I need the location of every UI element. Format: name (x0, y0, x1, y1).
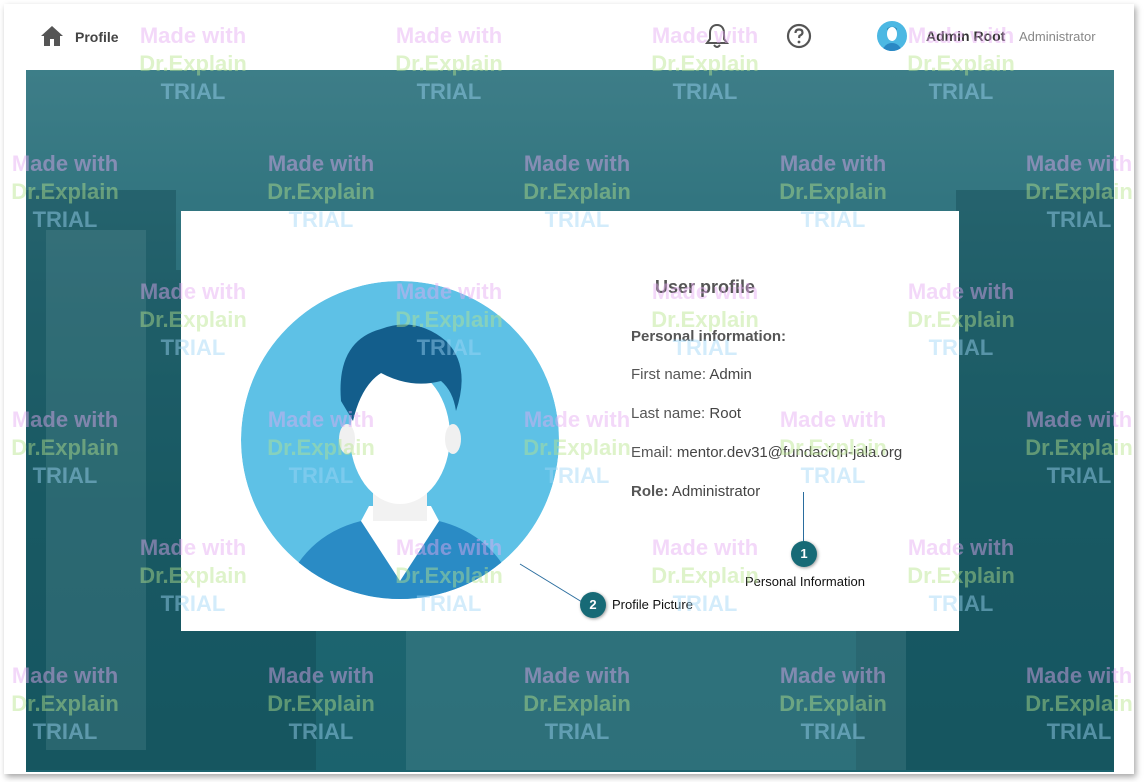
callout-badge-1: 1 (791, 541, 817, 567)
role-label: Role: (631, 483, 669, 500)
help-icon[interactable] (786, 23, 812, 49)
callout-line-1 (803, 492, 804, 542)
role-value: Administrator (671, 483, 761, 500)
avatar[interactable] (877, 21, 907, 51)
card-title: User profile (655, 277, 756, 297)
email-label: Email: (631, 444, 673, 461)
first-name-value: Admin (709, 366, 752, 383)
profile-link[interactable]: Profile (75, 29, 119, 45)
personal-info-heading: Personal information: (631, 328, 787, 345)
first-name-row: First name: Admin (631, 366, 752, 383)
home-icon[interactable] (40, 25, 64, 47)
role-row: Role: Administrator (631, 483, 760, 500)
first-name-label: First name: (631, 366, 707, 383)
user-role: Administrator (1019, 29, 1096, 44)
callout-label-2: Profile Picture (612, 597, 693, 612)
user-name[interactable]: Admin Root (926, 28, 1005, 44)
user-silhouette-icon (241, 281, 559, 599)
callout-label-1: Personal Information (745, 574, 865, 589)
last-name-row: Last name: Root (631, 405, 741, 422)
top-bar: Profile Admin Root Administrator (0, 0, 1144, 70)
email-value: mentor.dev31@fundacion-jala.org (676, 444, 903, 461)
email-row: Email: mentor.dev31@fundacion-jala.org (631, 444, 902, 461)
last-name-value: Root (709, 405, 742, 422)
bell-icon[interactable] (704, 22, 730, 50)
last-name-label: Last name: (631, 405, 706, 422)
callout-badge-2: 2 (580, 592, 606, 618)
callout-line-2 (519, 563, 583, 603)
profile-picture (241, 281, 559, 599)
